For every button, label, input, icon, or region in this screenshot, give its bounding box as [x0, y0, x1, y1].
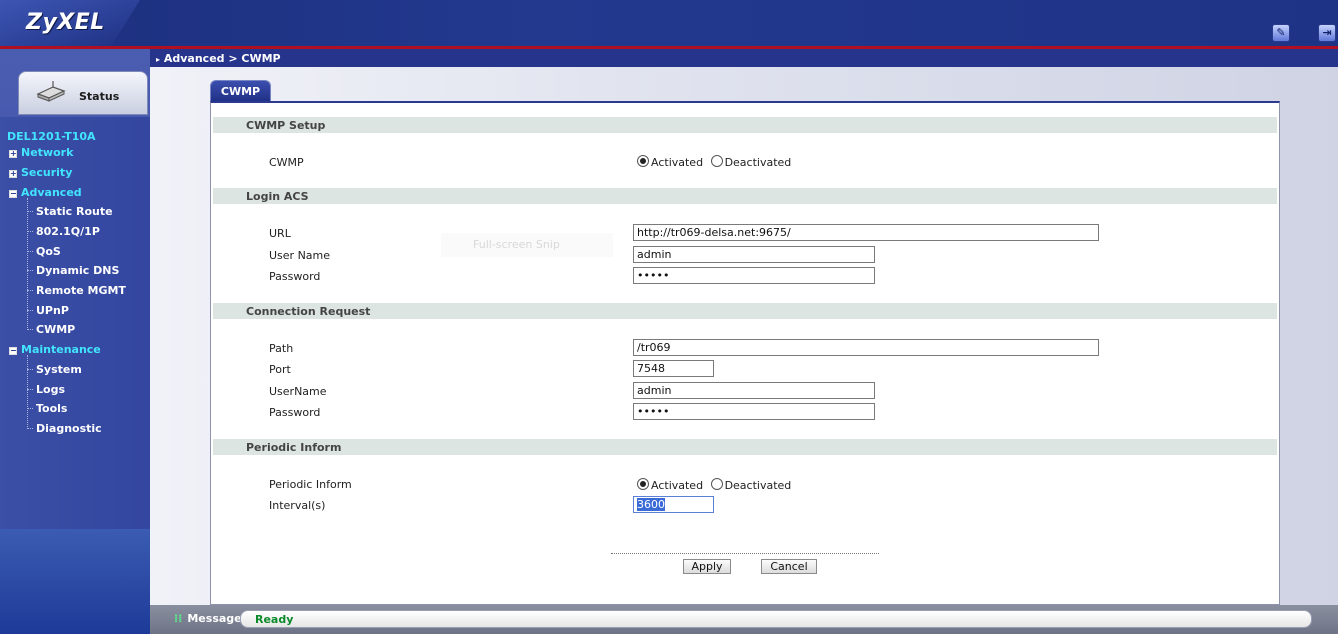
router-icon — [35, 80, 67, 102]
acs-username-label: User Name — [269, 249, 331, 262]
cwmp-activated-radio[interactable] — [637, 155, 649, 167]
inform-deactivated-radio[interactable] — [710, 478, 723, 490]
interval-input[interactable]: 3600 — [633, 496, 714, 513]
sidebar-item-label: Advanced — [21, 186, 82, 199]
acs-password-input[interactable]: ••••• — [633, 267, 875, 284]
sidebar-item-label: Network — [21, 146, 74, 159]
logout-icon[interactable]: ⇥ — [1318, 24, 1336, 42]
expand-icon: + — [9, 169, 17, 178]
acs-username-input[interactable]: admin — [633, 246, 875, 263]
section-cwmp-setup: CWMP Setup — [213, 117, 1277, 133]
tree-tick — [27, 428, 33, 429]
tree-tick — [27, 369, 33, 370]
conn-password-label: Password — [269, 406, 321, 419]
tree-tick — [27, 408, 33, 409]
sidebar-item-network[interactable]: + Network — [9, 146, 73, 159]
apply-button[interactable]: Apply — [683, 559, 731, 574]
cwmp-radio-group: Activated Deactivated — [637, 155, 795, 169]
section-login-acs: Login ACS — [213, 188, 1277, 204]
sidebar-item-diagnostic[interactable]: Diagnostic — [36, 422, 102, 435]
port-input[interactable]: 7548 — [633, 360, 714, 377]
cwmp-deactivated-radio[interactable] — [710, 155, 723, 167]
snip-tooltip: Full-screen Snip — [441, 233, 613, 257]
radio-label: Deactivated — [724, 156, 792, 169]
section-periodic-inform: Periodic Inform — [213, 439, 1277, 455]
inform-activated-radio[interactable] — [637, 478, 649, 490]
collapse-icon: − — [9, 346, 17, 355]
acs-url-input[interactable]: http://tr069-delsa.net:9675/ — [633, 224, 1099, 241]
message-text: Ready — [255, 613, 294, 626]
conn-username-input[interactable]: admin — [633, 382, 875, 399]
sidebar-item-system[interactable]: System — [36, 363, 82, 376]
tab-cwmp[interactable]: CWMP — [210, 80, 271, 102]
acs-password-label: Password — [269, 270, 321, 283]
sidebar-item-cwmp[interactable]: CWMP — [36, 323, 75, 336]
periodic-inform-label: Periodic Inform — [269, 478, 352, 491]
sidebar-item-qos[interactable]: QoS — [36, 245, 61, 258]
tree-tick — [27, 310, 33, 311]
section-title: Connection Request — [246, 305, 371, 318]
status-bar: ⁞⁞ Message Ready — [150, 605, 1338, 634]
status-tab-label: Status — [79, 90, 120, 103]
sidebar-item-logs[interactable]: Logs — [36, 383, 65, 396]
wizard-icon[interactable]: ✎ — [1272, 24, 1290, 42]
cwmp-label: CWMP — [269, 156, 304, 169]
section-title: Periodic Inform — [246, 441, 342, 454]
conn-password-input[interactable]: ••••• — [633, 403, 875, 420]
message-label-text: Message — [187, 612, 242, 625]
breadcrumb-arrow-icon: ▸ — [156, 55, 161, 64]
expand-icon: + — [9, 149, 17, 158]
zyxel-logo: ZyXEL — [26, 10, 105, 35]
breadcrumb-bar: ▸ Advanced > CWMP — [150, 49, 1338, 67]
sidebar-footer — [0, 529, 150, 634]
tree-tick — [27, 270, 33, 271]
status-dots-icon: ⁞⁞ — [174, 612, 183, 625]
tree-tick — [27, 211, 33, 212]
collapse-icon: − — [9, 189, 17, 198]
breadcrumb-text: Advanced > CWMP — [163, 52, 281, 65]
device-name: DEL1201-T10A — [7, 130, 96, 143]
periodic-inform-radio-group: Activated Deactivated — [637, 478, 795, 492]
tree-tick — [27, 231, 33, 232]
tree-tick — [27, 329, 33, 330]
sidebar-item-tools[interactable]: Tools — [36, 402, 67, 415]
radio-label: Activated — [651, 156, 704, 169]
main-content: CWMP CWMP Setup CWMP Activated Deactivat… — [150, 67, 1338, 605]
section-title: Login ACS — [246, 190, 309, 203]
radio-label: Deactivated — [724, 479, 792, 492]
breadcrumb: ▸ Advanced > CWMP — [156, 52, 281, 65]
sidebar-item-static-route[interactable]: Static Route — [36, 205, 113, 218]
sidebar-item-label: Security — [21, 166, 73, 179]
cancel-button[interactable]: Cancel — [761, 559, 817, 574]
sidebar-item-dynamic-dns[interactable]: Dynamic DNS — [36, 264, 119, 277]
conn-username-label: UserName — [269, 385, 327, 398]
message-label: ⁞⁞ Message — [174, 612, 242, 625]
sidebar-item-label: Maintenance — [21, 343, 101, 356]
section-title: CWMP Setup — [246, 119, 326, 132]
port-label: Port — [269, 363, 291, 376]
button-divider — [611, 553, 879, 554]
sidebar-item-8021q[interactable]: 802.1Q/1P — [36, 225, 100, 238]
sidebar-item-maintenance[interactable]: − Maintenance — [9, 343, 101, 356]
radio-label: Activated — [651, 479, 704, 492]
sidebar-item-remote-mgmt[interactable]: Remote MGMT — [36, 284, 126, 297]
section-connection-request: Connection Request — [213, 303, 1277, 319]
header-bar: ZyXEL ✎ ⇥ — [0, 0, 1338, 48]
tree-connector — [27, 355, 28, 429]
sidebar-item-advanced[interactable]: − Advanced — [9, 186, 82, 199]
message-box: Ready — [240, 610, 1312, 628]
url-label: URL — [269, 227, 291, 240]
interval-selected-text: 3600 — [637, 498, 665, 511]
interval-label: Interval(s) — [269, 499, 326, 512]
tree-tick — [27, 251, 33, 252]
path-input[interactable]: /tr069 — [633, 339, 1099, 356]
status-tab[interactable]: Status — [18, 71, 148, 115]
tree-tick — [27, 290, 33, 291]
sidebar-item-upnp[interactable]: UPnP — [36, 304, 69, 317]
tree-tick — [27, 389, 33, 390]
cwmp-form-panel: CWMP Setup CWMP Activated Deactivated Lo… — [210, 101, 1280, 605]
path-label: Path — [269, 342, 294, 355]
sidebar-item-security[interactable]: + Security — [9, 166, 72, 179]
